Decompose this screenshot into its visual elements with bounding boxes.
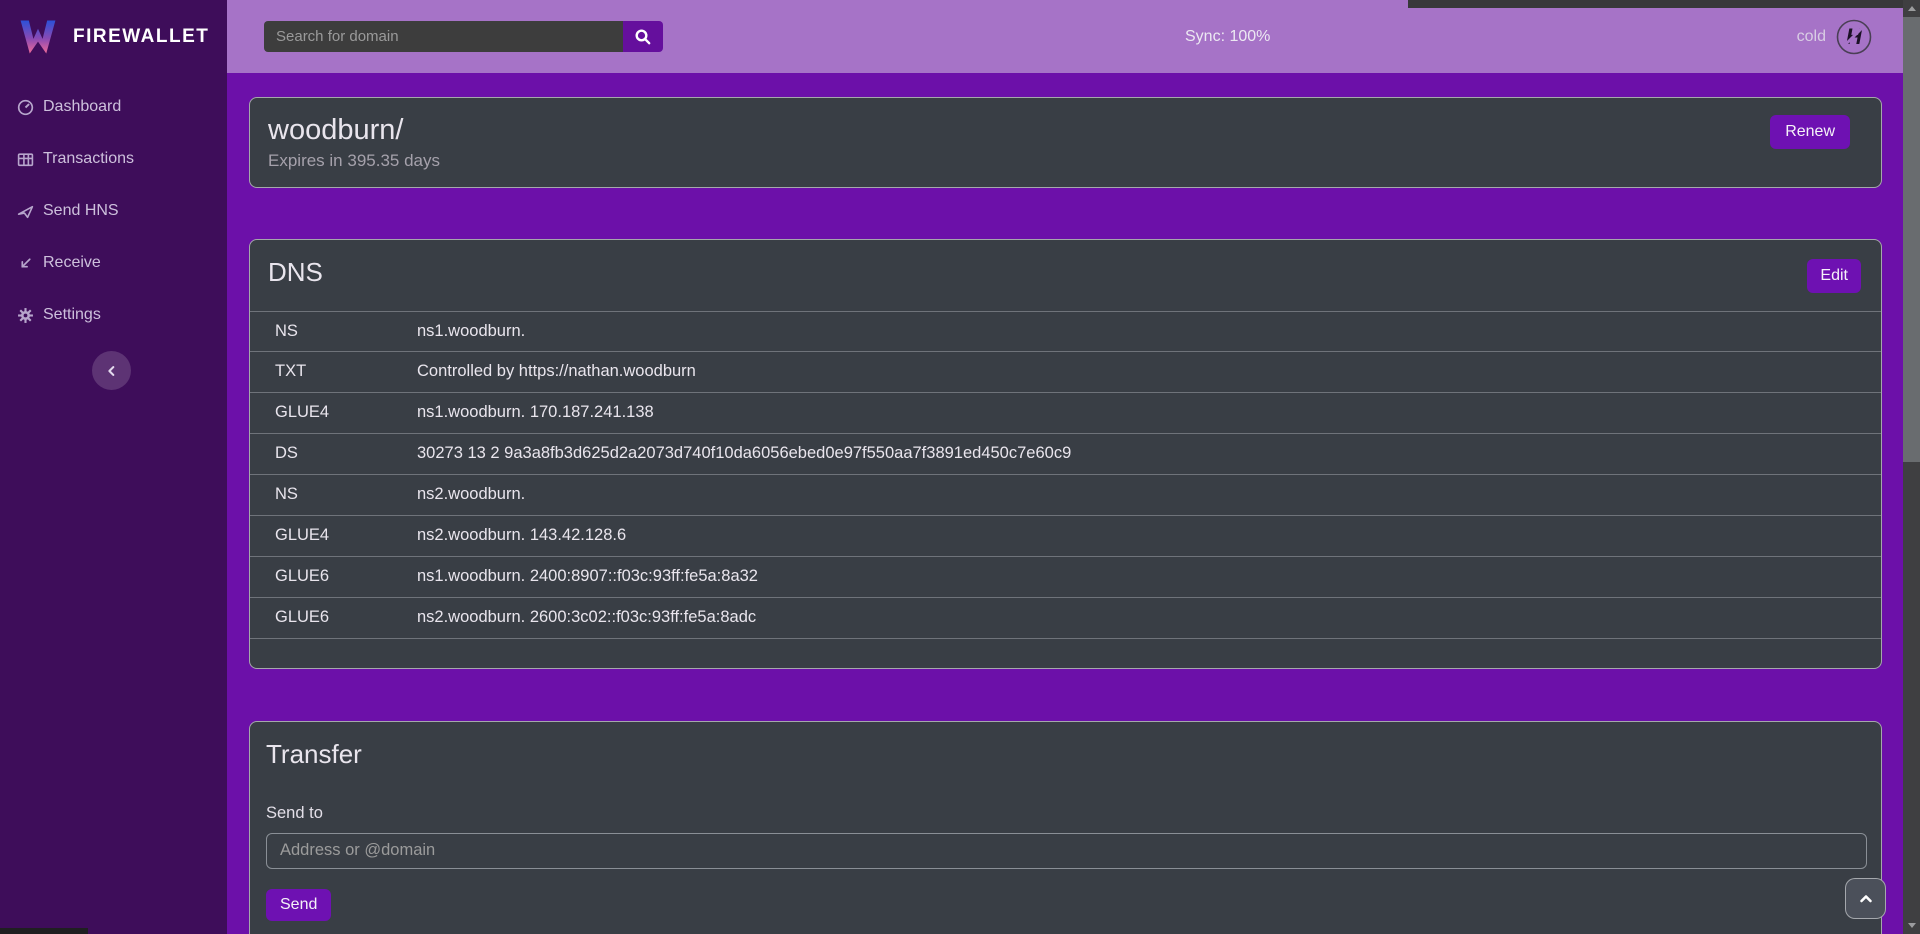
dns-record-type: GLUE4	[275, 403, 417, 422]
sidebar-item-receive[interactable]: Receive	[0, 237, 227, 289]
sidebar-item-transactions[interactable]: Transactions	[0, 133, 227, 185]
dns-record-value: Controlled by https://nathan.woodburn	[417, 362, 1881, 381]
dns-record-value: ns2.woodburn.	[417, 485, 1881, 504]
dns-record-value: ns1.woodburn. 170.187.241.138	[417, 403, 1881, 422]
sidebar-item-label: Receive	[43, 254, 101, 272]
handshake-logo-icon: H	[1836, 19, 1872, 55]
domain-title: woodburn/	[268, 113, 1863, 148]
sidebar-item-send-hns[interactable]: Send HNS	[0, 185, 227, 237]
renew-button[interactable]: Renew	[1770, 115, 1850, 149]
receive-icon	[17, 255, 34, 272]
search-input[interactable]	[264, 21, 623, 52]
dns-record-row: GLUE4 ns1.woodburn. 170.187.241.138	[250, 393, 1881, 434]
dns-record-row: GLUE6 ns2.woodburn. 2600:3c02::f03c:93ff…	[250, 598, 1881, 639]
dns-record-type: NS	[275, 322, 417, 341]
transfer-title: Transfer	[266, 738, 1865, 771]
chevron-up-icon	[1858, 891, 1874, 907]
dns-record-row: TXT Controlled by https://nathan.woodbur…	[250, 352, 1881, 393]
domain-search	[264, 21, 663, 52]
dns-edit-button[interactable]: Edit	[1807, 259, 1861, 293]
dns-record-value: ns1.woodburn.	[417, 322, 1881, 341]
dns-record-row: DS 30273 13 2 9a3a8fb3d625d2a2073d740f10…	[250, 434, 1881, 475]
dns-record-row: NS ns2.woodburn.	[250, 475, 1881, 516]
bottom-left-dark-strip	[0, 928, 88, 934]
wallet-badge[interactable]: cold H	[1797, 19, 1872, 55]
sidebar-item-label: Send HNS	[43, 202, 119, 220]
dns-record-value: ns2.woodburn. 143.42.128.6	[417, 526, 1881, 545]
dns-record-type: TXT	[275, 362, 417, 381]
dns-record-type: DS	[275, 444, 417, 463]
sidebar-item-label: Settings	[43, 306, 101, 324]
sync-status: Sync: 100%	[1185, 28, 1270, 46]
wallet-name: cold	[1797, 28, 1826, 46]
dns-title: DNS	[250, 256, 1881, 289]
domain-expiry: Expires in 395.35 days	[268, 151, 1863, 171]
dns-record-row: GLUE6 ns1.woodburn. 2400:8907::f03c:93ff…	[250, 557, 1881, 598]
brand-name: FIREWALLET	[73, 26, 209, 48]
sidebar-collapse-button[interactable]	[92, 351, 131, 390]
domain-card: woodburn/ Expires in 395.35 days Renew	[249, 97, 1882, 188]
topbar: Sync: 100% cold H	[227, 0, 1920, 73]
scrollbar-down-arrow[interactable]	[1903, 917, 1920, 934]
scroll-to-top-button[interactable]	[1845, 878, 1886, 919]
sidebar-item-settings[interactable]: Settings	[0, 289, 227, 341]
dns-record-type: NS	[275, 485, 417, 504]
dns-record-value: 30273 13 2 9a3a8fb3d625d2a2073d740f10da6…	[417, 444, 1881, 463]
send-icon	[17, 203, 34, 220]
sidebar-nav: Dashboard Transactions Send HNS	[0, 81, 227, 341]
chevron-left-icon	[105, 364, 119, 378]
dns-record-type: GLUE6	[275, 567, 417, 586]
transfer-card: Transfer Send to Send	[249, 721, 1882, 934]
main-content: woodburn/ Expires in 395.35 days Renew D…	[227, 73, 1903, 934]
dns-record-value: ns1.woodburn. 2400:8907::f03c:93ff:fe5a:…	[417, 567, 1881, 586]
search-button[interactable]	[623, 21, 663, 52]
send-to-label: Send to	[266, 804, 1865, 823]
dns-record-type: GLUE4	[275, 526, 417, 545]
transfer-address-input[interactable]	[266, 833, 1867, 869]
firewallet-w-logo	[16, 15, 60, 59]
transactions-table-icon	[17, 151, 34, 168]
dns-record-value: ns2.woodburn. 2600:3c02::f03c:93ff:fe5a:…	[417, 608, 1881, 627]
dns-record-row: GLUE4 ns2.woodburn. 143.42.128.6	[250, 516, 1881, 557]
dns-record-type: GLUE6	[275, 608, 417, 627]
settings-gear-icon	[17, 307, 34, 324]
top-right-dark-strip	[1408, 0, 1920, 8]
sidebar-item-label: Dashboard	[43, 98, 121, 116]
search-icon	[634, 28, 652, 46]
sidebar: FIREWALLET Dashboard Transactions	[0, 0, 227, 934]
dns-record-row: NS ns1.woodburn.	[250, 311, 1881, 352]
scrollbar-thumb[interactable]	[1903, 17, 1920, 462]
scrollbar[interactable]	[1903, 0, 1920, 934]
sidebar-item-dashboard[interactable]: Dashboard	[0, 81, 227, 133]
transfer-send-button[interactable]: Send	[266, 889, 331, 921]
brand: FIREWALLET	[0, 0, 227, 73]
dns-card: DNS Edit NS ns1.woodburn. TXT Controlled…	[249, 239, 1882, 669]
dashboard-gauge-icon	[17, 99, 34, 116]
scrollbar-up-arrow[interactable]	[1903, 0, 1920, 17]
sidebar-item-label: Transactions	[43, 150, 134, 168]
dns-records-table: NS ns1.woodburn. TXT Controlled by https…	[250, 311, 1881, 639]
